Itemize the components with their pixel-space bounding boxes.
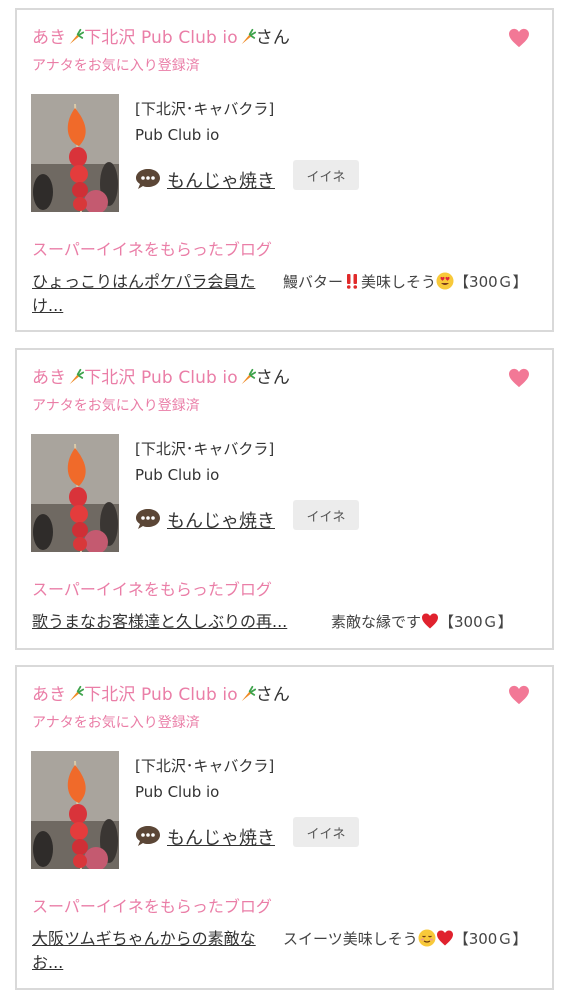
blog-comment: 鰻バター 美味しそう 【300Ｇ】: [283, 270, 545, 294]
user-name-line[interactable]: あき 下北沢 Pub Club io さん: [32, 23, 290, 48]
user-name-line[interactable]: あき 下北沢 Pub Club io さん: [32, 680, 290, 705]
super-iine-section-label: スーパーイイネをもらったブログ: [32, 897, 272, 916]
cast-thumbnail[interactable]: [31, 751, 119, 869]
cast-name-link[interactable]: もんじゃ焼き: [167, 167, 275, 193]
shop-name: Pub Club io: [135, 783, 220, 801]
comment-text: 素敵な縁です: [331, 613, 422, 631]
heart-eyes-emoji-icon: [436, 272, 454, 290]
comment-points: 【300Ｇ】: [439, 613, 513, 631]
comment-text: スイーツ美味しそう: [283, 930, 418, 948]
shop-name: Pub Club io: [135, 126, 220, 144]
blog-title-link[interactable]: ひょっこりはんポケパラ会員たけ...: [32, 270, 278, 318]
carrot-emoji-icon: [69, 685, 85, 702]
comment-text-middle: 美味しそう: [361, 273, 437, 291]
red-heart-icon: [422, 613, 439, 629]
cast-thumbnail[interactable]: [31, 434, 119, 552]
iine-button[interactable]: イイネ: [293, 817, 359, 847]
shop-genre: [下北沢･キャバクラ]: [135, 757, 275, 775]
user-name: あき: [32, 685, 67, 705]
comment-text: 鰻バター: [283, 273, 344, 291]
speech-bubble-icon: [136, 169, 160, 189]
super-iine-section-label: スーパーイイネをもらったブログ: [32, 240, 272, 259]
super-iine-section-label: スーパーイイネをもらったブログ: [32, 580, 272, 599]
comment-points: 【300Ｇ】: [454, 273, 528, 291]
user-shop-label: 下北沢 Pub Club io: [84, 685, 238, 705]
iine-button[interactable]: イイネ: [293, 160, 359, 190]
heart-icon[interactable]: [508, 368, 530, 388]
carrot-emoji-icon: [241, 368, 256, 385]
blog-title-link[interactable]: 大阪ツムギちゃんからの素敵なお...: [32, 927, 278, 975]
user-shop-label: 下北沢 Pub Club io: [84, 28, 238, 48]
speech-bubble-icon: [136, 509, 160, 529]
user-name: あき: [32, 368, 67, 388]
cast-name-link[interactable]: もんじゃ焼き: [167, 824, 275, 850]
user-name-line[interactable]: あき 下北沢 Pub Club io さん: [32, 363, 290, 388]
heart-icon[interactable]: [508, 685, 530, 705]
favorite-status: アナタをお気に入り登録済: [32, 398, 200, 414]
notification-card: あき 下北沢 Pub Club io さん アナタをお気に入り登録済 [下北沢･キャ…: [15, 348, 554, 650]
carrot-emoji-icon: [69, 368, 85, 385]
shop-genre: [下北沢･キャバクラ]: [135, 440, 275, 458]
cast-thumbnail[interactable]: [31, 94, 119, 212]
cast-name-link[interactable]: もんじゃ焼き: [167, 507, 275, 533]
carrot-emoji-icon: [241, 28, 256, 45]
comment-points: 【300Ｇ】: [453, 930, 528, 948]
relieved-face-emoji-icon: [418, 929, 436, 947]
carrot-emoji-icon: [69, 28, 85, 45]
user-shop-label: 下北沢 Pub Club io: [84, 368, 238, 388]
blog-comment: 素敵な縁です 【300Ｇ】: [331, 610, 513, 634]
shop-name: Pub Club io: [135, 466, 220, 484]
honorific-suffix: さん: [255, 368, 290, 388]
carrot-emoji-icon: [241, 685, 256, 702]
shop-genre: [下北沢･キャバクラ]: [135, 100, 275, 118]
blog-title-link[interactable]: 歌うまなお客様達と久しぶりの再...: [32, 610, 287, 634]
speech-bubble-icon: [136, 826, 160, 846]
honorific-suffix: さん: [255, 28, 290, 48]
favorite-status: アナタをお気に入り登録済: [32, 58, 200, 74]
favorite-status: アナタをお気に入り登録済: [32, 715, 200, 731]
double-exclamation-icon: [346, 274, 358, 289]
heart-icon[interactable]: [508, 28, 530, 48]
notification-card: あき 下北沢 Pub Club io さん アナタをお気に入り登録済 [下北沢･キャ…: [15, 8, 554, 332]
honorific-suffix: さん: [255, 685, 290, 705]
red-heart-icon: [436, 930, 453, 946]
iine-button[interactable]: イイネ: [293, 500, 359, 530]
notification-card: あき 下北沢 Pub Club io さん アナタをお気に入り登録済 [下北沢･キャ…: [15, 665, 554, 990]
user-name: あき: [32, 28, 67, 48]
blog-comment: スイーツ美味しそう 【300Ｇ】: [283, 927, 545, 951]
